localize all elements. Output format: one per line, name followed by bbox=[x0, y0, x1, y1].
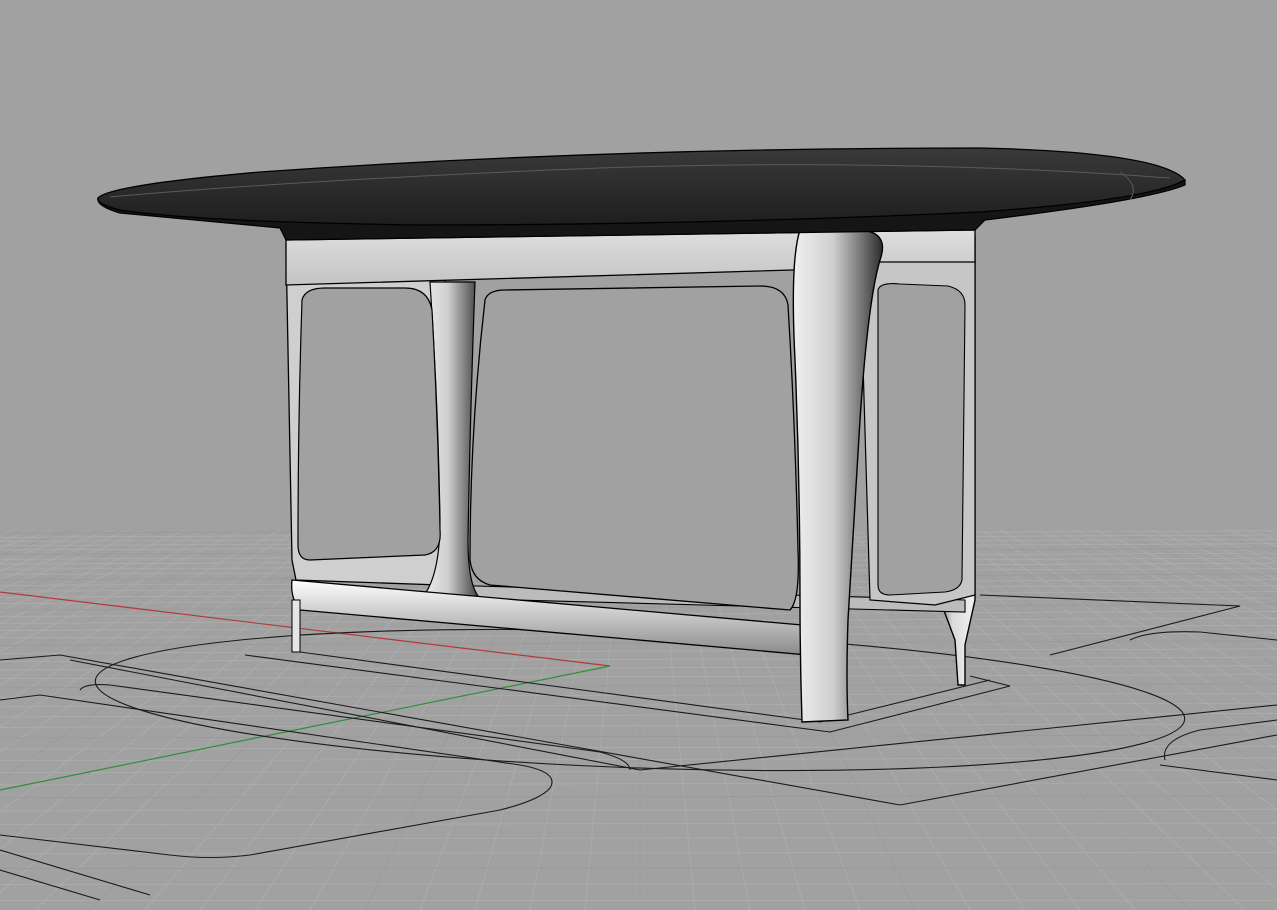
left-end-opening bbox=[297, 287, 441, 561]
grid-line bbox=[1132, 529, 1277, 589]
viewport-canvas[interactable] bbox=[0, 0, 1277, 910]
3d-viewport[interactable] bbox=[0, 0, 1277, 910]
grid-line bbox=[0, 529, 129, 581]
grid-line bbox=[1057, 529, 1277, 636]
grid-line bbox=[0, 837, 1277, 840]
grid-line bbox=[0, 734, 1277, 739]
grid-line bbox=[0, 782, 1277, 786]
grid-line bbox=[0, 795, 1277, 799]
grid-line bbox=[0, 808, 1277, 812]
grid-line bbox=[0, 648, 1277, 654]
grid-line bbox=[0, 656, 1277, 662]
front-left-foot[interactable] bbox=[291, 599, 301, 653]
front-main-opening bbox=[469, 285, 799, 611]
grid-line bbox=[0, 529, 148, 590]
grid-line bbox=[1246, 529, 1277, 541]
grid-line bbox=[1208, 529, 1277, 555]
grid-line bbox=[1019, 529, 1277, 667]
grid-line bbox=[0, 529, 34, 542]
grid-line bbox=[1170, 529, 1277, 571]
grid-line bbox=[0, 852, 1277, 854]
grid-line bbox=[0, 713, 1277, 718]
grid-line bbox=[0, 867, 1277, 870]
grid-line bbox=[0, 745, 1277, 750]
grid-line bbox=[0, 529, 53, 549]
grid-line bbox=[0, 822, 1277, 825]
grid-line bbox=[1113, 529, 1277, 600]
grid-line bbox=[1189, 529, 1277, 562]
grid-line bbox=[1151, 529, 1277, 580]
grid-line bbox=[0, 683, 1277, 689]
grid-line bbox=[0, 604, 1277, 611]
right-end-opening bbox=[877, 283, 966, 596]
